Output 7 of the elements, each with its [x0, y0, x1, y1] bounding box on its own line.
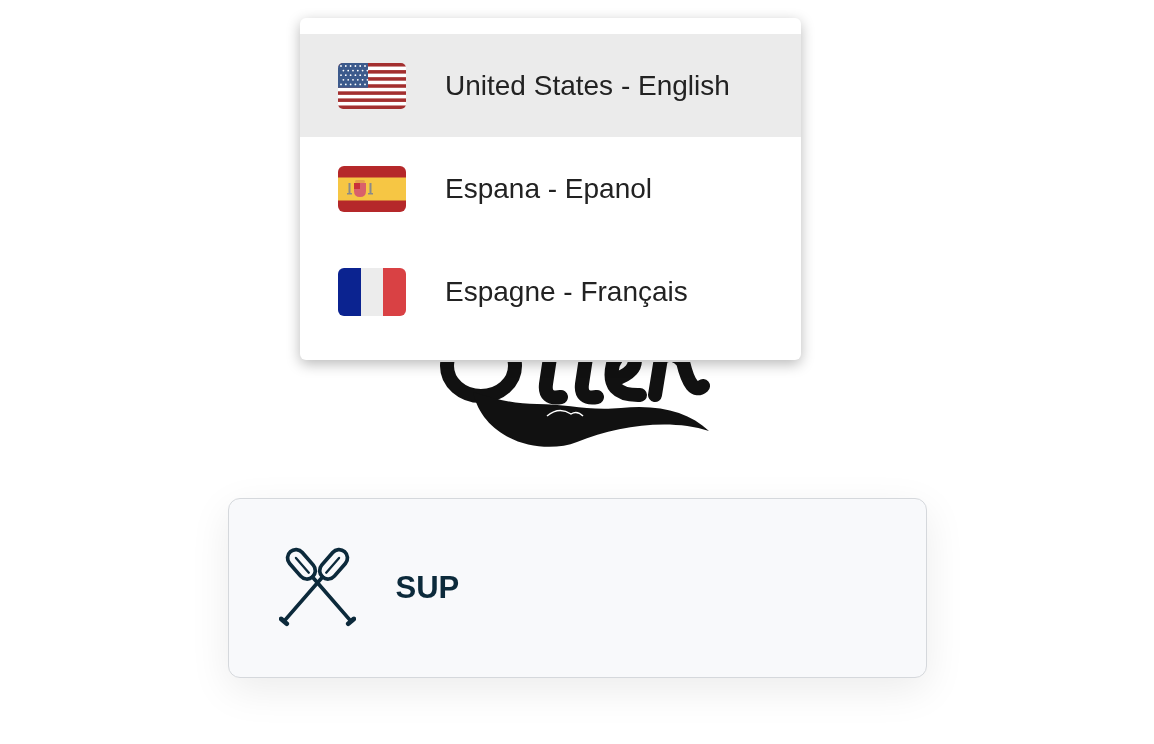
- language-option[interactable]: Espagne - Français: [300, 240, 801, 343]
- spain-flag-icon: [338, 165, 406, 212]
- category-card[interactable]: SUP: [227, 498, 927, 678]
- france-flag-icon: [338, 267, 406, 316]
- language-option[interactable]: United States - English: [300, 34, 801, 137]
- us-flag-icon: [338, 62, 406, 109]
- language-option[interactable]: Espana - Epanol: [300, 137, 801, 240]
